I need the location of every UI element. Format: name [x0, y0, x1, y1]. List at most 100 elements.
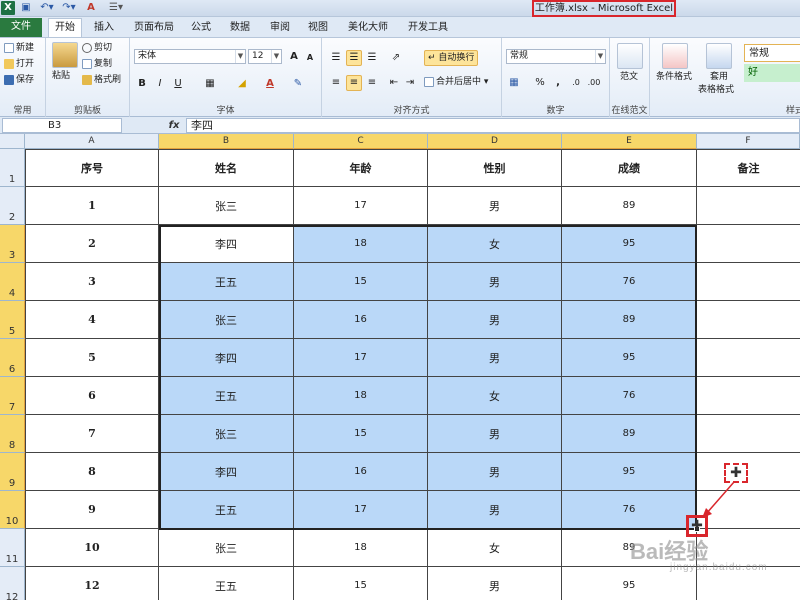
- tab-file[interactable]: 文件: [0, 18, 42, 37]
- orientation-button[interactable]: ⇗: [388, 50, 404, 66]
- wrap-text-button[interactable]: ↵ 自动换行: [424, 50, 479, 66]
- decrease-indent-button[interactable]: ⇤: [386, 75, 402, 91]
- table-cell[interactable]: 男: [428, 567, 562, 600]
- table-cell[interactable]: 男: [428, 339, 562, 377]
- table-cell[interactable]: 男: [428, 491, 562, 529]
- tab-review[interactable]: 审阅: [264, 19, 296, 37]
- table-cell[interactable]: 9: [25, 491, 159, 529]
- column-header-f[interactable]: F: [697, 134, 800, 149]
- row-header[interactable]: 2: [0, 187, 25, 225]
- table-cell[interactable]: 15: [294, 415, 428, 453]
- table-cell[interactable]: 95: [562, 453, 697, 491]
- copy-button[interactable]: 复制: [82, 58, 112, 71]
- tab-developer[interactable]: 开发工具: [402, 19, 454, 37]
- table-header-cell[interactable]: 备注: [697, 149, 800, 187]
- underline-button[interactable]: U: [170, 76, 186, 92]
- insert-function-button[interactable]: fx: [164, 118, 184, 133]
- table-cell[interactable]: 12: [25, 567, 159, 600]
- table-cell[interactable]: 男: [428, 453, 562, 491]
- active-cell[interactable]: 李四: [159, 225, 294, 263]
- align-center-button[interactable]: ≡: [346, 75, 362, 91]
- table-cell[interactable]: 张三: [159, 415, 294, 453]
- table-cell[interactable]: 4: [25, 301, 159, 339]
- save-icon[interactable]: ▣: [19, 1, 33, 15]
- table-cell[interactable]: [697, 225, 800, 263]
- paste-button[interactable]: 粘贴: [52, 70, 70, 83]
- decrease-decimal-button[interactable]: .00: [586, 75, 602, 91]
- bold-button[interactable]: B: [134, 76, 150, 92]
- table-cell[interactable]: 18: [294, 529, 428, 567]
- table-cell[interactable]: 男: [428, 263, 562, 301]
- column-header-b[interactable]: B: [159, 134, 294, 149]
- tab-home[interactable]: 开始: [48, 18, 82, 37]
- style-good[interactable]: 好: [744, 64, 800, 82]
- table-cell[interactable]: 王五: [159, 491, 294, 529]
- font-name-select[interactable]: 宋体 ▼: [134, 49, 246, 64]
- paste-icon[interactable]: [52, 42, 78, 68]
- font-size-select[interactable]: 12 ▼: [248, 49, 282, 64]
- merge-center-button[interactable]: 合并后居中 ▾: [424, 76, 488, 89]
- tab-page-layout[interactable]: 页面布局: [128, 19, 180, 37]
- redo-icon[interactable]: ↷▾: [60, 1, 78, 15]
- table-cell[interactable]: 76: [562, 263, 697, 301]
- table-cell[interactable]: 张三: [159, 187, 294, 225]
- table-cell[interactable]: 89: [562, 187, 697, 225]
- table-format-label-2[interactable]: 表格格式: [698, 84, 734, 97]
- save-button[interactable]: 保存: [4, 74, 34, 87]
- phonetic-button[interactable]: ✎: [290, 76, 306, 92]
- style-normal[interactable]: 常规: [744, 44, 800, 62]
- table-cell[interactable]: 17: [294, 491, 428, 529]
- table-cell[interactable]: 18: [294, 377, 428, 415]
- excel-logo-icon[interactable]: X: [1, 1, 15, 15]
- shrink-font-button[interactable]: A: [302, 50, 318, 66]
- row-header[interactable]: 3: [0, 225, 25, 263]
- grow-font-button[interactable]: A: [286, 49, 302, 65]
- table-cell[interactable]: 张三: [159, 301, 294, 339]
- table-cell[interactable]: 女: [428, 377, 562, 415]
- table-cell[interactable]: 王五: [159, 377, 294, 415]
- conditional-format-button[interactable]: 条件格式: [656, 71, 692, 84]
- conditional-format-icon[interactable]: [662, 43, 688, 69]
- table-cell[interactable]: 女: [428, 225, 562, 263]
- table-cell[interactable]: 王五: [159, 567, 294, 600]
- table-format-icon[interactable]: [706, 43, 732, 69]
- italic-button[interactable]: I: [152, 76, 168, 92]
- tab-beautify[interactable]: 美化大师: [342, 19, 394, 37]
- table-header-cell[interactable]: 姓名: [159, 149, 294, 187]
- table-cell[interactable]: 1: [25, 187, 159, 225]
- row-header[interactable]: 12: [0, 567, 25, 600]
- formula-input[interactable]: 李四: [186, 118, 800, 133]
- tab-formulas[interactable]: 公式: [186, 19, 216, 37]
- table-cell[interactable]: [697, 377, 800, 415]
- table-cell[interactable]: 8: [25, 453, 159, 491]
- table-cell[interactable]: 6: [25, 377, 159, 415]
- new-button[interactable]: 新建: [4, 42, 34, 55]
- tab-view[interactable]: 视图: [302, 19, 334, 37]
- table-cell[interactable]: [697, 187, 800, 225]
- column-header-c[interactable]: C: [294, 134, 428, 149]
- table-cell[interactable]: [697, 415, 800, 453]
- increase-decimal-button[interactable]: .0: [568, 75, 584, 91]
- table-format-button[interactable]: 套用: [710, 71, 728, 84]
- table-cell[interactable]: [697, 339, 800, 377]
- column-header-e[interactable]: E: [562, 134, 697, 149]
- table-cell[interactable]: 女: [428, 529, 562, 567]
- row-header[interactable]: 1: [0, 149, 25, 187]
- accounting-format-button[interactable]: ▦: [506, 75, 522, 91]
- table-cell[interactable]: 2: [25, 225, 159, 263]
- font-color-button[interactable]: A: [262, 76, 278, 92]
- align-top-button[interactable]: ☰: [328, 50, 344, 66]
- row-header[interactable]: 10: [0, 491, 25, 529]
- customize-icon[interactable]: ☰▾: [104, 1, 128, 15]
- column-header-a[interactable]: A: [25, 134, 159, 149]
- table-cell[interactable]: 17: [294, 187, 428, 225]
- tab-data[interactable]: 数据: [224, 19, 256, 37]
- open-button[interactable]: 打开: [4, 58, 34, 71]
- template-icon[interactable]: [617, 43, 643, 69]
- table-cell[interactable]: 3: [25, 263, 159, 301]
- undo-icon[interactable]: ↶▾: [38, 1, 56, 15]
- row-header[interactable]: 6: [0, 339, 25, 377]
- format-painter-button[interactable]: 格式刷: [82, 74, 121, 87]
- comma-button[interactable]: ,: [550, 75, 566, 91]
- row-header[interactable]: 4: [0, 263, 25, 301]
